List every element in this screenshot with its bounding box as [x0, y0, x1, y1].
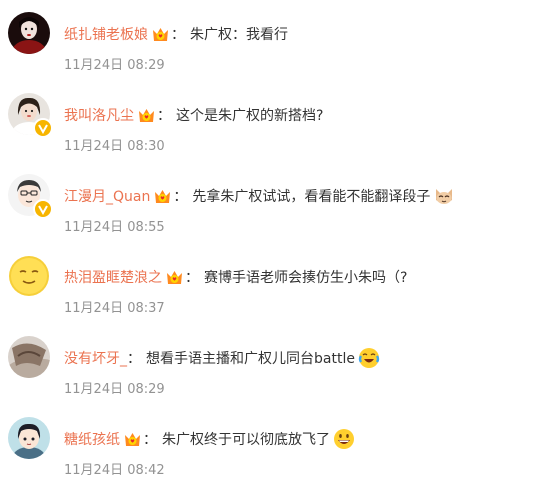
timestamp: 11月24日 08:42 — [64, 463, 165, 478]
cat-face-emoji-icon — [433, 185, 455, 207]
comment-line: 热泪盈眶楚浪之 ： 赛博手语老师会揍仿生小朱吗（? — [64, 266, 407, 288]
timestamp: 11月24日 08:37 — [64, 301, 165, 316]
comment-line: 没有坏牙_ ： 想看手语主播和广权儿同台battle — [64, 347, 380, 369]
comment-text: 这个是朱广权的新搭档? — [176, 108, 324, 124]
separator: ： — [171, 27, 185, 43]
separator: ： — [157, 108, 171, 124]
timestamp: 11月24日 08:29 — [64, 58, 165, 73]
member-crown-icon — [151, 26, 170, 43]
comment-list: 纸扎铺老板娘 ： 朱广权：我看行 11月24日 08:29 我叫洛凡尘 ： 这个… — [0, 0, 553, 486]
comment-line: 糖纸孩纸 ： 朱广权终于可以彻底放飞了 — [64, 428, 355, 450]
comment-text: 朱广权终于可以彻底放飞了 — [162, 432, 330, 448]
avatar[interactable] — [8, 12, 50, 54]
username-link[interactable]: 江漫月_Quan — [64, 186, 150, 206]
comment-item: 我叫洛凡尘 ： 这个是朱广权的新搭档? 11月24日 08:30 — [0, 93, 553, 173]
comment-item: 纸扎铺老板娘 ： 朱广权：我看行 11月24日 08:29 — [0, 12, 553, 92]
comment-item: 热泪盈眶楚浪之 ： 赛博手语老师会揍仿生小朱吗（? 11月24日 08:37 — [0, 255, 553, 335]
avatar[interactable] — [8, 417, 50, 459]
verified-badge-icon — [33, 118, 53, 138]
username-link[interactable]: 纸扎铺老板娘 — [64, 24, 148, 44]
username-link[interactable]: 糖纸孩纸 — [64, 429, 120, 449]
comment-text: 想看手语主播和广权儿同台battle — [146, 351, 355, 367]
comment-item: 没有坏牙_ ： 想看手语主播和广权儿同台battle 11月24日 08:29 — [0, 336, 553, 416]
comment-line: 江漫月_Quan ： 先拿朱广权试试，看看能不能翻译段子 — [64, 185, 455, 207]
member-crown-icon — [123, 431, 142, 448]
verified-badge-icon — [33, 199, 53, 219]
member-crown-icon — [137, 107, 156, 124]
timestamp: 11月24日 08:29 — [64, 382, 165, 397]
avatar[interactable] — [8, 336, 50, 378]
crying-laughing-face-emoji-icon — [358, 347, 380, 369]
separator: ： — [173, 189, 188, 205]
separator: ： — [127, 351, 141, 367]
username-link[interactable]: 没有坏牙_ — [64, 348, 127, 368]
grinning-face-emoji-icon — [333, 428, 355, 450]
comment-item: 糖纸孩纸 ： 朱广权终于可以彻底放飞了 11月24日 08:42 — [0, 417, 553, 497]
comment-text: 朱广权：我看行 — [190, 27, 288, 43]
separator: ： — [143, 432, 157, 448]
timestamp: 11月24日 08:55 — [64, 220, 165, 235]
username-link[interactable]: 热泪盈眶楚浪之 — [64, 267, 162, 287]
avatar[interactable] — [8, 255, 50, 297]
comment-line: 我叫洛凡尘 ： 这个是朱广权的新搭档? — [64, 104, 323, 126]
member-crown-icon — [165, 269, 184, 286]
comment-item: 江漫月_Quan ： 先拿朱广权试试，看看能不能翻译段子 11月24日 08:5… — [0, 174, 553, 254]
timestamp: 11月24日 08:30 — [64, 139, 165, 154]
comment-text: 先拿朱广权试试，看看能不能翻译段子 — [192, 189, 431, 205]
comment-text: 赛博手语老师会揍仿生小朱吗（? — [204, 270, 408, 286]
comment-line: 纸扎铺老板娘 ： 朱广权：我看行 — [64, 23, 288, 45]
username-link[interactable]: 我叫洛凡尘 — [64, 105, 134, 125]
separator: ： — [185, 270, 199, 286]
member-crown-icon — [153, 188, 172, 205]
